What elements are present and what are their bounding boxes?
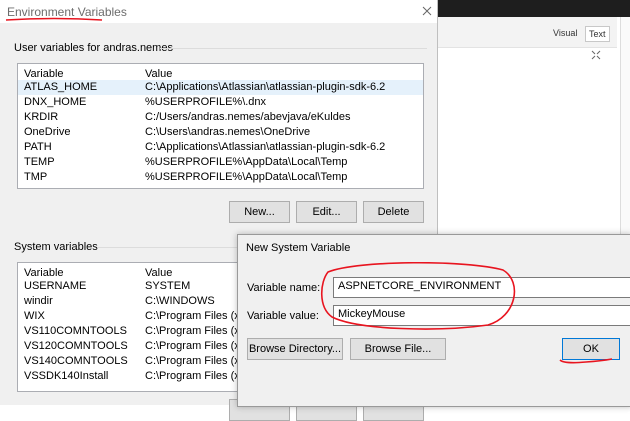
- group-divider: [160, 48, 427, 49]
- tab-text[interactable]: Text: [585, 26, 610, 42]
- dialog-title: New System Variable: [246, 242, 351, 254]
- variable-name: KRDIR: [24, 111, 59, 123]
- variable-name: ATLAS_HOME: [24, 81, 98, 93]
- table-row[interactable]: DNX_HOME %USERPROFILE%\.dnx: [18, 95, 423, 110]
- red-underline-annotation: [559, 358, 613, 364]
- variable-value: %USERPROFILE%\AppData\Local\Temp: [145, 156, 348, 168]
- background-app-tabs: Visual Text: [437, 17, 617, 48]
- variable-value: %USERPROFILE%\.dnx: [145, 96, 267, 108]
- user-edit-button[interactable]: Edit...: [296, 201, 357, 223]
- user-new-button[interactable]: New...: [229, 201, 290, 223]
- variable-name: VS140COMNTOOLS: [24, 355, 128, 367]
- close-icon[interactable]: [420, 4, 434, 18]
- variable-value-label: Variable value:: [247, 310, 319, 322]
- column-header-variable[interactable]: Variable: [24, 68, 64, 80]
- variable-name: windir: [24, 295, 53, 307]
- group-divider: [98, 247, 238, 248]
- variable-name: VS110COMNTOOLS: [24, 325, 127, 337]
- table-row[interactable]: TEMP %USERPROFILE%\AppData\Local\Temp: [18, 155, 423, 170]
- variable-name: PATH: [24, 141, 52, 153]
- variable-value: %USERPROFILE%\AppData\Local\Temp: [145, 171, 348, 183]
- red-underline-annotation: [5, 17, 103, 21]
- user-variables-group-label: User variables for andras.nemes: [14, 42, 173, 54]
- variable-name: OneDrive: [24, 126, 71, 138]
- browse-directory-button[interactable]: Browse Directory...: [247, 338, 343, 360]
- variable-name: VSSDK140Install: [24, 370, 109, 382]
- variable-name: TEMP: [24, 156, 55, 168]
- user-variables-list[interactable]: Variable Value ATLAS_HOME C:\Application…: [17, 63, 424, 189]
- table-row[interactable]: ATLAS_HOME C:\Applications\Atlassian\atl…: [18, 80, 423, 95]
- variable-value: C:/Users/andras.nemes/abevjava/eKuldes: [145, 111, 351, 123]
- table-row[interactable]: KRDIR C:/Users/andras.nemes/abevjava/eKu…: [18, 110, 423, 125]
- table-row[interactable]: OneDrive C:\Users\andras.nemes\OneDrive: [18, 125, 423, 140]
- user-delete-button[interactable]: Delete: [363, 201, 424, 223]
- background-app-header: [437, 0, 630, 17]
- variable-name: VS120COMNTOOLS: [24, 340, 128, 352]
- tab-visual[interactable]: Visual: [550, 26, 580, 40]
- red-oval-annotation: [320, 262, 516, 330]
- variable-name: USERNAME: [24, 280, 87, 292]
- column-header-value[interactable]: Value: [145, 267, 172, 279]
- variable-value: C:\Applications\Atlassian\atlassian-plug…: [145, 141, 385, 153]
- column-header-variable[interactable]: Variable: [24, 267, 64, 279]
- column-header-value[interactable]: Value: [145, 68, 172, 80]
- table-row[interactable]: PATH C:\Applications\Atlassian\atlassian…: [18, 140, 423, 155]
- variable-name: DNX_HOME: [24, 96, 87, 108]
- variable-name-label: Variable name:: [247, 282, 321, 294]
- table-row[interactable]: TMP %USERPROFILE%\AppData\Local\Temp: [18, 170, 423, 185]
- variable-name: WIX: [24, 310, 45, 322]
- variable-value: C:\Users\andras.nemes\OneDrive: [145, 126, 311, 138]
- system-variables-group-label: System variables: [14, 241, 98, 253]
- variable-name: TMP: [24, 171, 48, 183]
- expand-icon[interactable]: [591, 50, 601, 60]
- browse-file-button[interactable]: Browse File...: [350, 338, 446, 360]
- variable-value: C:\Applications\Atlassian\atlassian-plug…: [145, 81, 385, 93]
